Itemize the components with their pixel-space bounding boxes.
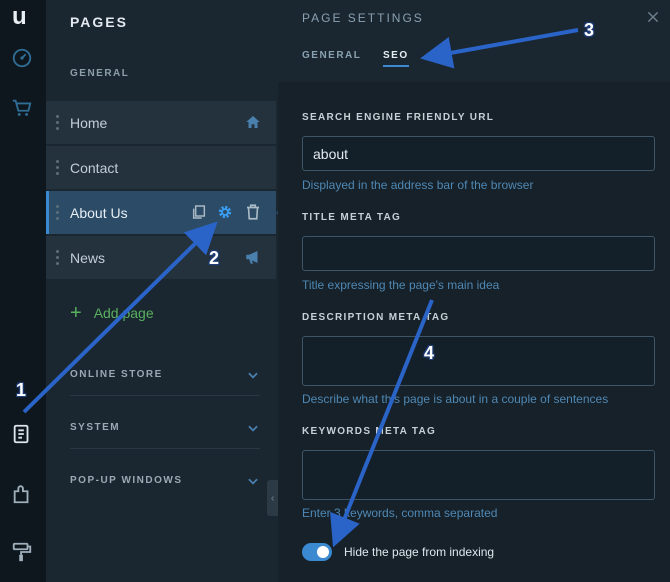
title-tag-input[interactable] (302, 236, 655, 271)
drag-handle-icon[interactable] (56, 205, 59, 220)
megaphone-icon (246, 251, 258, 264)
duplicate-icon[interactable] (191, 204, 207, 220)
add-page-label: Add page (93, 305, 154, 321)
page-item-label: News (70, 249, 106, 266)
page-item-contact[interactable]: Contact (46, 146, 276, 189)
step-3-badge: 3 (584, 20, 595, 40)
close-icon[interactable] (646, 10, 660, 24)
section-system[interactable]: SYSTEM (70, 409, 260, 449)
page-item-home[interactable]: Home (46, 101, 276, 144)
drag-handle-icon[interactable] (56, 250, 59, 265)
trash-icon[interactable] (244, 203, 262, 221)
section-online-store[interactable]: ONLINE STORE (70, 356, 260, 396)
description-tag-input[interactable] (302, 336, 655, 386)
page-item-news[interactable]: News (46, 236, 276, 279)
url-input[interactable] (302, 136, 655, 171)
settings-title: PAGE SETTINGS (302, 11, 424, 25)
pages-panel: PAGES GENERAL Home Contact About Us News… (46, 0, 284, 582)
chevron-down-icon (248, 425, 258, 432)
paint-roller-icon[interactable] (10, 540, 34, 564)
keywords-tag-hint: Enter 3 keywords, comma separated (302, 506, 498, 520)
section-label: POP-UP WINDOWS (70, 475, 183, 486)
general-section-label: GENERAL (70, 68, 130, 79)
step-1-badge: 1 (16, 380, 27, 400)
chevron-down-icon (248, 478, 258, 485)
url-label: SEARCH ENGINE FRIENDLY URL (302, 112, 495, 123)
hide-from-indexing-toggle[interactable] (302, 543, 332, 561)
drag-handle-icon[interactable] (56, 115, 59, 130)
section-label: SYSTEM (70, 422, 121, 433)
page-item-label: Home (70, 114, 108, 131)
step-4-badge: 4 (424, 343, 435, 363)
title-tag-hint: Title expressing the page's main idea (302, 278, 500, 292)
left-rail: u (0, 0, 46, 582)
section-popup-windows[interactable]: POP-UP WINDOWS (70, 462, 260, 502)
add-page-button[interactable]: + Add page (70, 302, 154, 324)
settings-header: PAGE SETTINGS GENERAL SEO (278, 0, 670, 82)
keywords-tag-input[interactable] (302, 450, 655, 500)
page-item-label: Contact (70, 159, 119, 176)
hide-from-indexing-label: Hide the page from indexing (344, 545, 495, 559)
drag-handle-icon[interactable] (56, 160, 59, 175)
description-tag-hint: Describe what this page is about in a co… (302, 392, 609, 406)
chevron-down-icon (248, 372, 258, 379)
page-settings-panel: PAGE SETTINGS GENERAL SEO SEARCH ENGINE … (278, 0, 670, 582)
page-item-about-us[interactable]: About Us (46, 191, 284, 234)
keywords-tag-label: KEYWORDS META TAG (302, 426, 437, 437)
url-hint: Displayed in the address bar of the brow… (302, 178, 534, 192)
pages-title: PAGES (70, 14, 128, 30)
app-logo[interactable]: u (12, 3, 27, 31)
pages-icon[interactable] (10, 422, 34, 446)
plus-icon: + (70, 302, 82, 324)
tab-seo[interactable]: SEO (383, 50, 409, 67)
description-tag-label: DESCRIPTION META TAG (302, 312, 450, 323)
dashboard-icon[interactable] (10, 46, 34, 70)
gear-icon[interactable] (216, 203, 234, 221)
home-icon (246, 116, 260, 128)
tab-general[interactable]: GENERAL (302, 50, 361, 61)
step-2-badge: 2 (209, 248, 220, 268)
page-item-label: About Us (70, 204, 128, 221)
cart-icon[interactable] (10, 96, 34, 120)
plugins-icon[interactable] (10, 482, 34, 506)
collapse-panel-handle[interactable]: ‹ (267, 480, 278, 516)
title-tag-label: TITLE META TAG (302, 212, 402, 223)
section-label: ONLINE STORE (70, 369, 163, 380)
